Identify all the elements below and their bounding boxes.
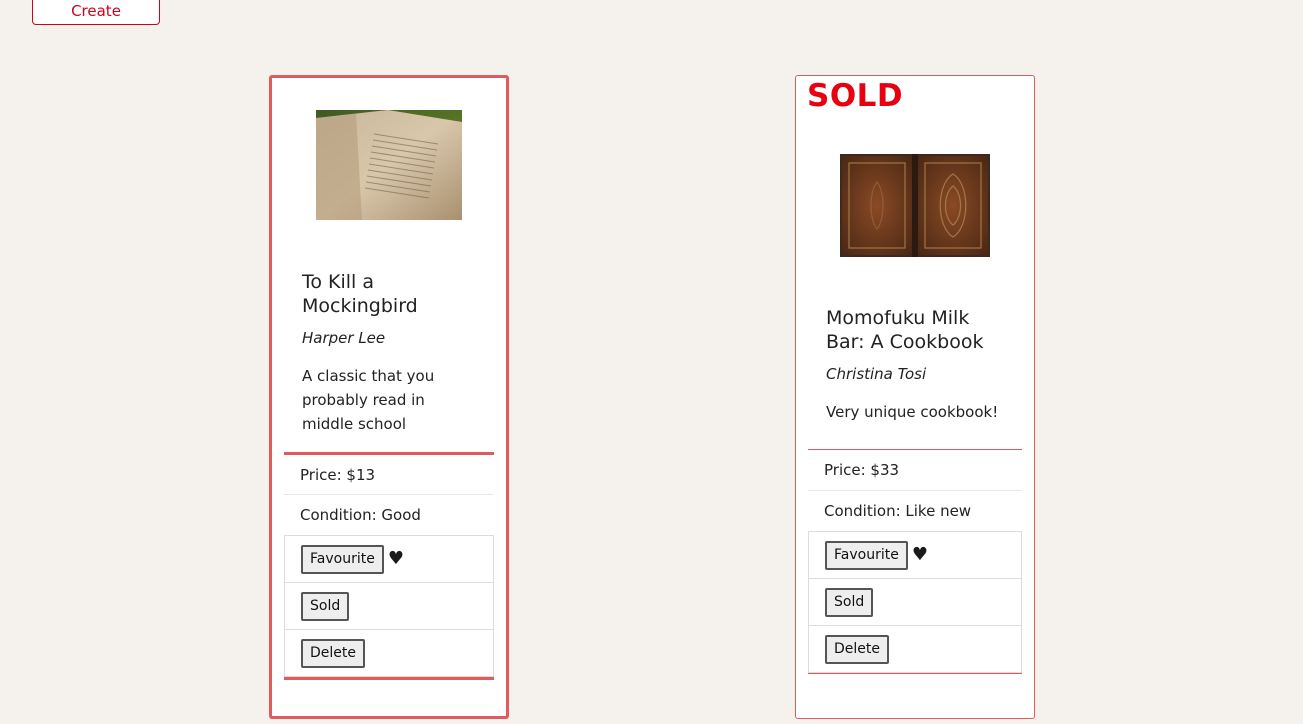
book-cover-image <box>316 110 462 220</box>
delete-button[interactable]: Delete <box>825 634 889 664</box>
sold-button[interactable]: Sold <box>825 587 874 617</box>
sold-row: Sold <box>808 578 1022 626</box>
book-cover-image <box>840 154 990 257</box>
condition-text: Condition: Like new <box>824 502 972 520</box>
sold-badge: SOLD <box>807 78 904 114</box>
book-title: Momofuku Milk Bar: A Cookbook <box>826 307 984 353</box>
price-text: Price: $13 <box>300 465 376 484</box>
book-author: Christina Tosi <box>826 365 927 383</box>
delete-row: Delete <box>284 629 494 677</box>
book-description: Very unique cookbook! <box>826 403 999 421</box>
book-info: To Kill a Mockingbird Harper Lee A class… <box>286 270 492 436</box>
create-button[interactable]: Create <box>32 0 160 25</box>
favourite-button[interactable]: Favourite <box>825 540 908 570</box>
sold-row: Sold <box>284 582 494 630</box>
favourite-row: Favourite ♥ <box>284 535 494 583</box>
delete-button[interactable]: Delete <box>301 638 365 668</box>
favourite-button[interactable]: Favourite <box>301 544 384 574</box>
condition-row: Condition: Good <box>284 495 494 536</box>
price-row: Price: $33 <box>808 450 1022 491</box>
book-details-list: Price: $33 Condition: Like new Favourite… <box>808 449 1022 674</box>
heart-icon: ♥ <box>911 544 928 565</box>
book-author: Harper Lee <box>302 329 386 347</box>
book-info: Momofuku Milk Bar: A Cookbook Christina … <box>810 306 1020 424</box>
book-card: SOLD Momofuku Milk Bar: A Cookbook Chris… <box>795 75 1035 719</box>
heart-icon: ♥ <box>387 548 404 569</box>
sold-button[interactable]: Sold <box>301 591 350 621</box>
book-card: To Kill a Mockingbird Harper Lee A class… <box>269 75 509 719</box>
favourite-row: Favourite ♥ <box>808 531 1022 579</box>
book-description: A classic that you probably read in midd… <box>302 367 435 433</box>
page: Create To Kill a Mockingbird Harper Lee … <box>0 0 1303 724</box>
condition-row: Condition: Like new <box>808 491 1022 532</box>
book-title: To Kill a Mockingbird <box>302 271 418 317</box>
book-details-list: Price: $13 Condition: Good Favourite ♥ S… <box>284 452 494 680</box>
price-text: Price: $33 <box>824 461 900 479</box>
delete-row: Delete <box>808 625 1022 673</box>
price-row: Price: $13 <box>284 455 494 495</box>
condition-text: Condition: Good <box>300 506 421 524</box>
